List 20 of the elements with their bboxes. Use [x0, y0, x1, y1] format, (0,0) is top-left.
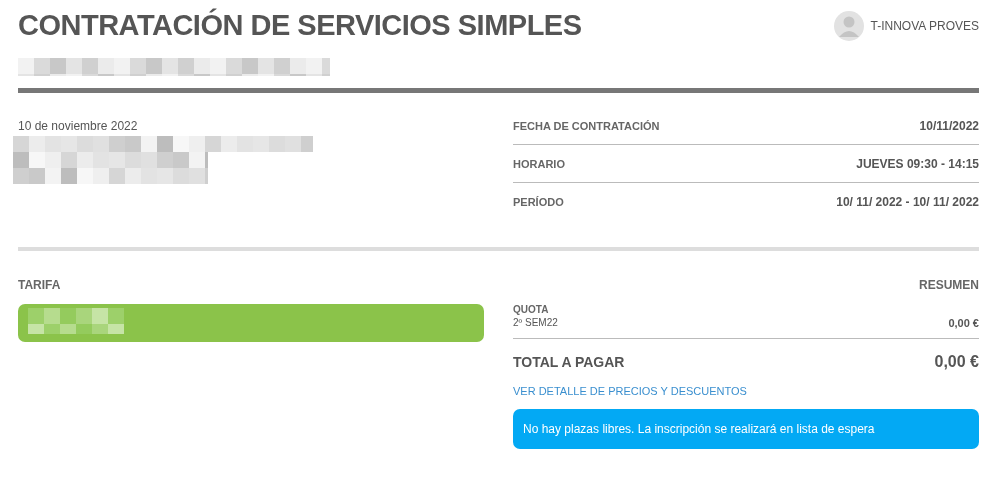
waitlist-notice: No hay plazas libres. La inscripción se realizará en lista de espera — [513, 409, 979, 449]
period-text: 2º SEM22 — [513, 317, 558, 329]
date-text: 10 de noviembre 2022 — [18, 119, 139, 133]
total-amount: 0,00 € — [934, 353, 979, 371]
amount-text: 0,00 € — [948, 317, 979, 329]
user-menu[interactable]: T-INNOVA PROVES — [833, 11, 979, 41]
avatar-icon — [833, 11, 864, 41]
concept-label: QUOTA — [513, 304, 550, 315]
field-value: 10/ 11/ 2022 - 10/ 11/ 2022 — [836, 194, 979, 209]
field-label: FECHA DE CONTRATACIÓN — [513, 119, 660, 132]
section-heading: RESUMEN — [918, 278, 979, 292]
field-value: JUEVES 09:30 - 14:15 — [856, 156, 979, 171]
field-label: PERÍODO — [513, 195, 564, 208]
section-heading: TARIFA — [18, 278, 62, 292]
page-title: CONTRATACIÓN DE SERVICIOS SIMPLES — [18, 8, 582, 42]
field-label: HORARIO — [513, 157, 565, 170]
total-label: TOTAL A PAGAR — [513, 354, 625, 370]
price-details-link[interactable]: VER DETALLE DE PRECIOS Y DESCUENTOS — [513, 385, 747, 397]
tariff-option[interactable] — [18, 304, 484, 342]
field-value: 10/11/2022 — [919, 118, 979, 133]
